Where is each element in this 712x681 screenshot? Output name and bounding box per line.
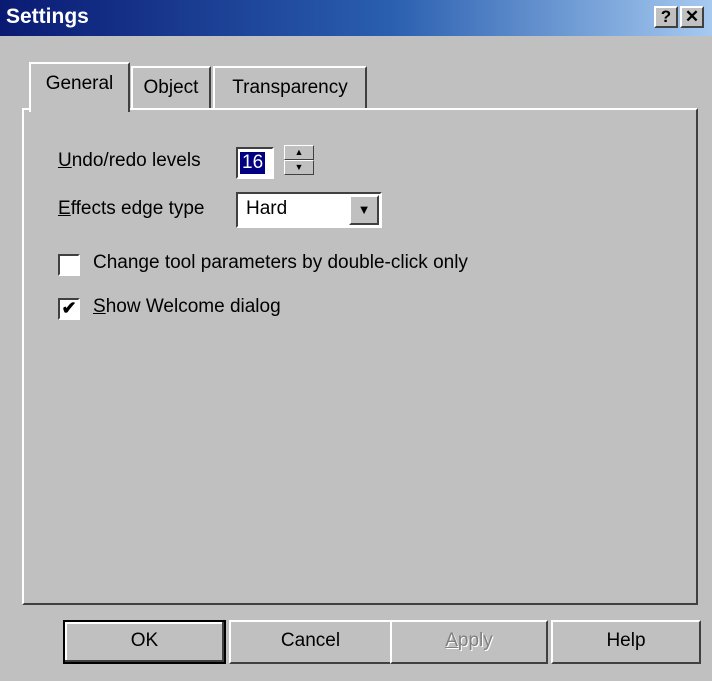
ok-button[interactable]: OK	[63, 620, 226, 664]
chevron-down-icon[interactable]: ▼	[349, 195, 379, 225]
tab-object[interactable]: Object	[131, 66, 211, 108]
spin-up-icon[interactable]: ▲	[284, 145, 314, 160]
change-tool-checkbox[interactable]	[58, 254, 80, 276]
effects-edge-mnemonic: E	[58, 198, 71, 219]
effects-edge-label: Effects edge type	[58, 198, 205, 220]
effects-edge-value: Hard	[246, 198, 288, 219]
apply-mnemonic: A	[445, 630, 458, 651]
general-tab-panel	[22, 108, 698, 605]
effects-edge-select[interactable]: Hard ▼	[236, 192, 382, 228]
apply-button[interactable]: Apply	[390, 620, 548, 664]
show-welcome-label[interactable]: Show Welcome dialog	[93, 296, 281, 318]
close-icon[interactable]: ✕	[680, 6, 704, 28]
change-tool-label[interactable]: Change tool parameters by double-click o…	[93, 252, 468, 274]
show-welcome-label-text: how Welcome dialog	[105, 296, 281, 317]
help-button[interactable]: Help	[551, 620, 701, 664]
cancel-button[interactable]: Cancel	[229, 620, 392, 664]
spin-down-icon[interactable]: ▼	[284, 160, 314, 175]
window-title: Settings	[6, 5, 89, 28]
undo-redo-label: Undo/redo levels	[58, 150, 201, 172]
show-welcome-mnemonic: S	[93, 296, 106, 317]
undo-redo-label-text: ndo/redo levels	[71, 150, 201, 171]
show-welcome-checkbox[interactable]: ✔	[58, 298, 80, 320]
help-icon[interactable]: ?	[654, 6, 678, 28]
settings-dialog: Settings ? ✕ General Object Transparency…	[0, 0, 712, 681]
tab-transparency[interactable]: Transparency	[213, 66, 367, 108]
undo-levels-value[interactable]: 16	[240, 152, 266, 174]
undo-redo-mnemonic: U	[58, 150, 72, 171]
title-bar[interactable]: Settings ? ✕	[0, 0, 712, 36]
undo-levels-spinner[interactable]: ▲ ▼	[284, 145, 314, 175]
apply-label-text: pply	[457, 630, 493, 651]
check-mark-icon: ✔	[61, 298, 77, 318]
undo-levels-input[interactable]: 16	[236, 147, 274, 179]
tab-general[interactable]: General	[29, 62, 130, 112]
effects-edge-label-text: ffects edge type	[70, 198, 205, 219]
